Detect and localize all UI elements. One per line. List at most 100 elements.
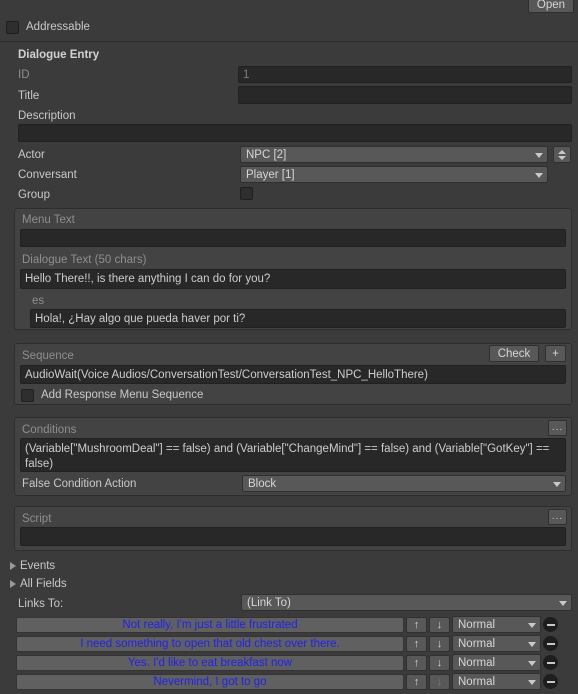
link-priority-value: Normal <box>458 675 496 688</box>
addressable-row[interactable]: Addressable <box>6 19 90 35</box>
arrow-down-icon: ↓ <box>436 618 443 631</box>
description-label: Description <box>18 110 76 122</box>
arrow-up-icon: ↑ <box>413 637 420 650</box>
sequence-add-button[interactable]: + <box>545 345 566 362</box>
minus-icon <box>546 642 555 645</box>
inspector-panel: Open Addressable Dialogue Entry ID 1 Tit… <box>0 0 578 694</box>
chevron-down-icon <box>559 600 567 606</box>
add-response-menu-checkbox[interactable] <box>21 388 34 402</box>
conversant-dropdown[interactable]: Player [1] <box>240 166 548 183</box>
links-to-label: Links To: <box>18 598 64 610</box>
arrow-down-icon: ↓ <box>436 637 443 650</box>
link-priority-dropdown[interactable]: Normal <box>452 654 541 671</box>
sequence-label: Sequence <box>22 350 74 362</box>
foldout-all-fields-label: All Fields <box>20 578 67 590</box>
chevron-down-icon <box>535 152 543 158</box>
add-response-menu-label: Add Response Menu Sequence <box>41 389 204 401</box>
link-target-label: Yes. I'd like to eat breakfast now <box>127 656 293 669</box>
addressable-checkbox[interactable] <box>6 20 19 34</box>
sequence-check-label: Check <box>497 347 531 360</box>
minus-icon <box>546 661 555 664</box>
script-field[interactable] <box>20 527 566 546</box>
triangle-right-icon <box>10 562 16 570</box>
arrow-down-icon: ↓ <box>436 675 443 688</box>
dialogue-text-label: Dialogue Text (50 chars) <box>22 254 147 266</box>
link-target-button[interactable]: Yes. I'd like to eat breakfast now <box>16 654 404 671</box>
foldout-events[interactable]: Events <box>10 558 55 574</box>
link-row[interactable]: I need something to open that old chest … <box>16 635 572 652</box>
sequence-field[interactable]: AudioWait(Voice Audios/ConversationTest/… <box>20 365 566 384</box>
stepper-up-icon <box>558 149 566 154</box>
link-remove-button[interactable] <box>543 636 558 651</box>
script-menu-button[interactable]: ... <box>548 509 567 525</box>
link-move-down-button[interactable]: ↓ <box>429 654 450 671</box>
sequence-check-button[interactable]: Check <box>489 345 539 362</box>
link-target-button[interactable]: I need something to open that old chest … <box>16 635 404 652</box>
add-response-menu-row[interactable]: Add Response Menu Sequence <box>21 387 203 403</box>
conversant-value: Player [1] <box>246 168 295 181</box>
menu-text-label: Menu Text <box>22 214 75 226</box>
foldout-all-fields[interactable]: All Fields <box>10 576 67 592</box>
conditions-menu-button[interactable]: ... <box>548 420 567 436</box>
link-priority-dropdown[interactable]: Normal <box>452 673 541 690</box>
link-priority-value: Normal <box>458 637 496 650</box>
id-label: ID <box>18 69 30 81</box>
minus-icon <box>546 623 555 626</box>
link-row[interactable]: Yes. I'd like to eat breakfast now ↑ ↓ N… <box>16 654 572 671</box>
link-row[interactable]: Nevermind, I got to go ↑ ↓ Normal <box>16 673 572 690</box>
link-row[interactable]: Not really, I'm just a little frustrated… <box>16 616 572 633</box>
conditions-value: (Variable["MushroomDeal"] == false) and … <box>25 443 550 470</box>
link-remove-button[interactable] <box>543 617 558 632</box>
script-label: Script <box>22 513 52 525</box>
addressable-label: Addressable <box>26 21 90 33</box>
dialogue-text-locale-field[interactable]: Hola!, ¿Hay algo que pueda haver por ti? <box>30 309 566 328</box>
sequence-value: AudioWait(Voice Audios/ConversationTest/… <box>25 368 428 381</box>
link-move-down-button[interactable]: ↓ <box>429 635 450 652</box>
arrow-up-icon: ↑ <box>413 675 420 688</box>
title-label: Title <box>18 90 40 102</box>
title-field[interactable] <box>238 86 572 104</box>
dialogue-entry-title: Dialogue Entry <box>18 49 100 61</box>
chevron-down-icon <box>528 622 536 628</box>
open-button-label: Open <box>536 0 566 11</box>
conditions-menu-label: ... <box>551 422 564 433</box>
menu-text-field[interactable] <box>20 229 566 247</box>
link-move-up-button[interactable]: ↑ <box>406 635 427 652</box>
link-priority-value: Normal <box>458 656 496 669</box>
id-value: 1 <box>243 68 250 81</box>
conditions-field[interactable]: (Variable["MushroomDeal"] == false) and … <box>20 438 566 472</box>
dialogue-text-field[interactable]: Hello There!!, is there anything I can d… <box>20 269 566 289</box>
link-move-down-button[interactable]: ↓ <box>429 616 450 633</box>
links-to-value: (Link To) <box>247 596 291 609</box>
link-move-up-button[interactable]: ↑ <box>406 616 427 633</box>
chevron-down-icon <box>535 172 543 178</box>
open-button[interactable]: Open <box>528 0 574 13</box>
false-condition-action-label: False Condition Action <box>22 478 137 490</box>
actor-dropdown[interactable]: NPC [2] <box>240 146 548 163</box>
link-target-button[interactable]: Nevermind, I got to go <box>16 673 404 690</box>
link-target-label: Nevermind, I got to go <box>153 675 267 688</box>
arrow-up-icon: ↑ <box>413 618 420 631</box>
false-condition-action-dropdown[interactable]: Block <box>242 475 566 492</box>
description-field[interactable] <box>18 124 572 142</box>
link-priority-dropdown[interactable]: Normal <box>452 635 541 652</box>
link-move-up-button[interactable]: ↑ <box>406 654 427 671</box>
link-target-button[interactable]: Not really, I'm just a little frustrated <box>16 616 404 633</box>
script-menu-label: ... <box>551 511 564 522</box>
chevron-down-icon <box>528 679 536 685</box>
group-label: Group <box>18 189 50 201</box>
links-to-dropdown[interactable]: (Link To) <box>241 594 572 611</box>
arrow-down-icon: ↓ <box>436 656 443 669</box>
link-target-label: Not really, I'm just a little frustrated <box>122 618 298 631</box>
actor-stepper[interactable] <box>553 146 571 163</box>
link-remove-button[interactable] <box>543 655 558 670</box>
link-move-up-button[interactable]: ↑ <box>406 673 427 690</box>
chevron-down-icon <box>528 660 536 666</box>
link-remove-button[interactable] <box>543 674 558 689</box>
divider <box>0 41 578 42</box>
link-priority-value: Normal <box>458 618 496 631</box>
id-field: 1 <box>238 66 572 83</box>
group-checkbox[interactable] <box>240 187 253 200</box>
link-target-label: I need something to open that old chest … <box>80 637 340 650</box>
link-priority-dropdown[interactable]: Normal <box>452 616 541 633</box>
